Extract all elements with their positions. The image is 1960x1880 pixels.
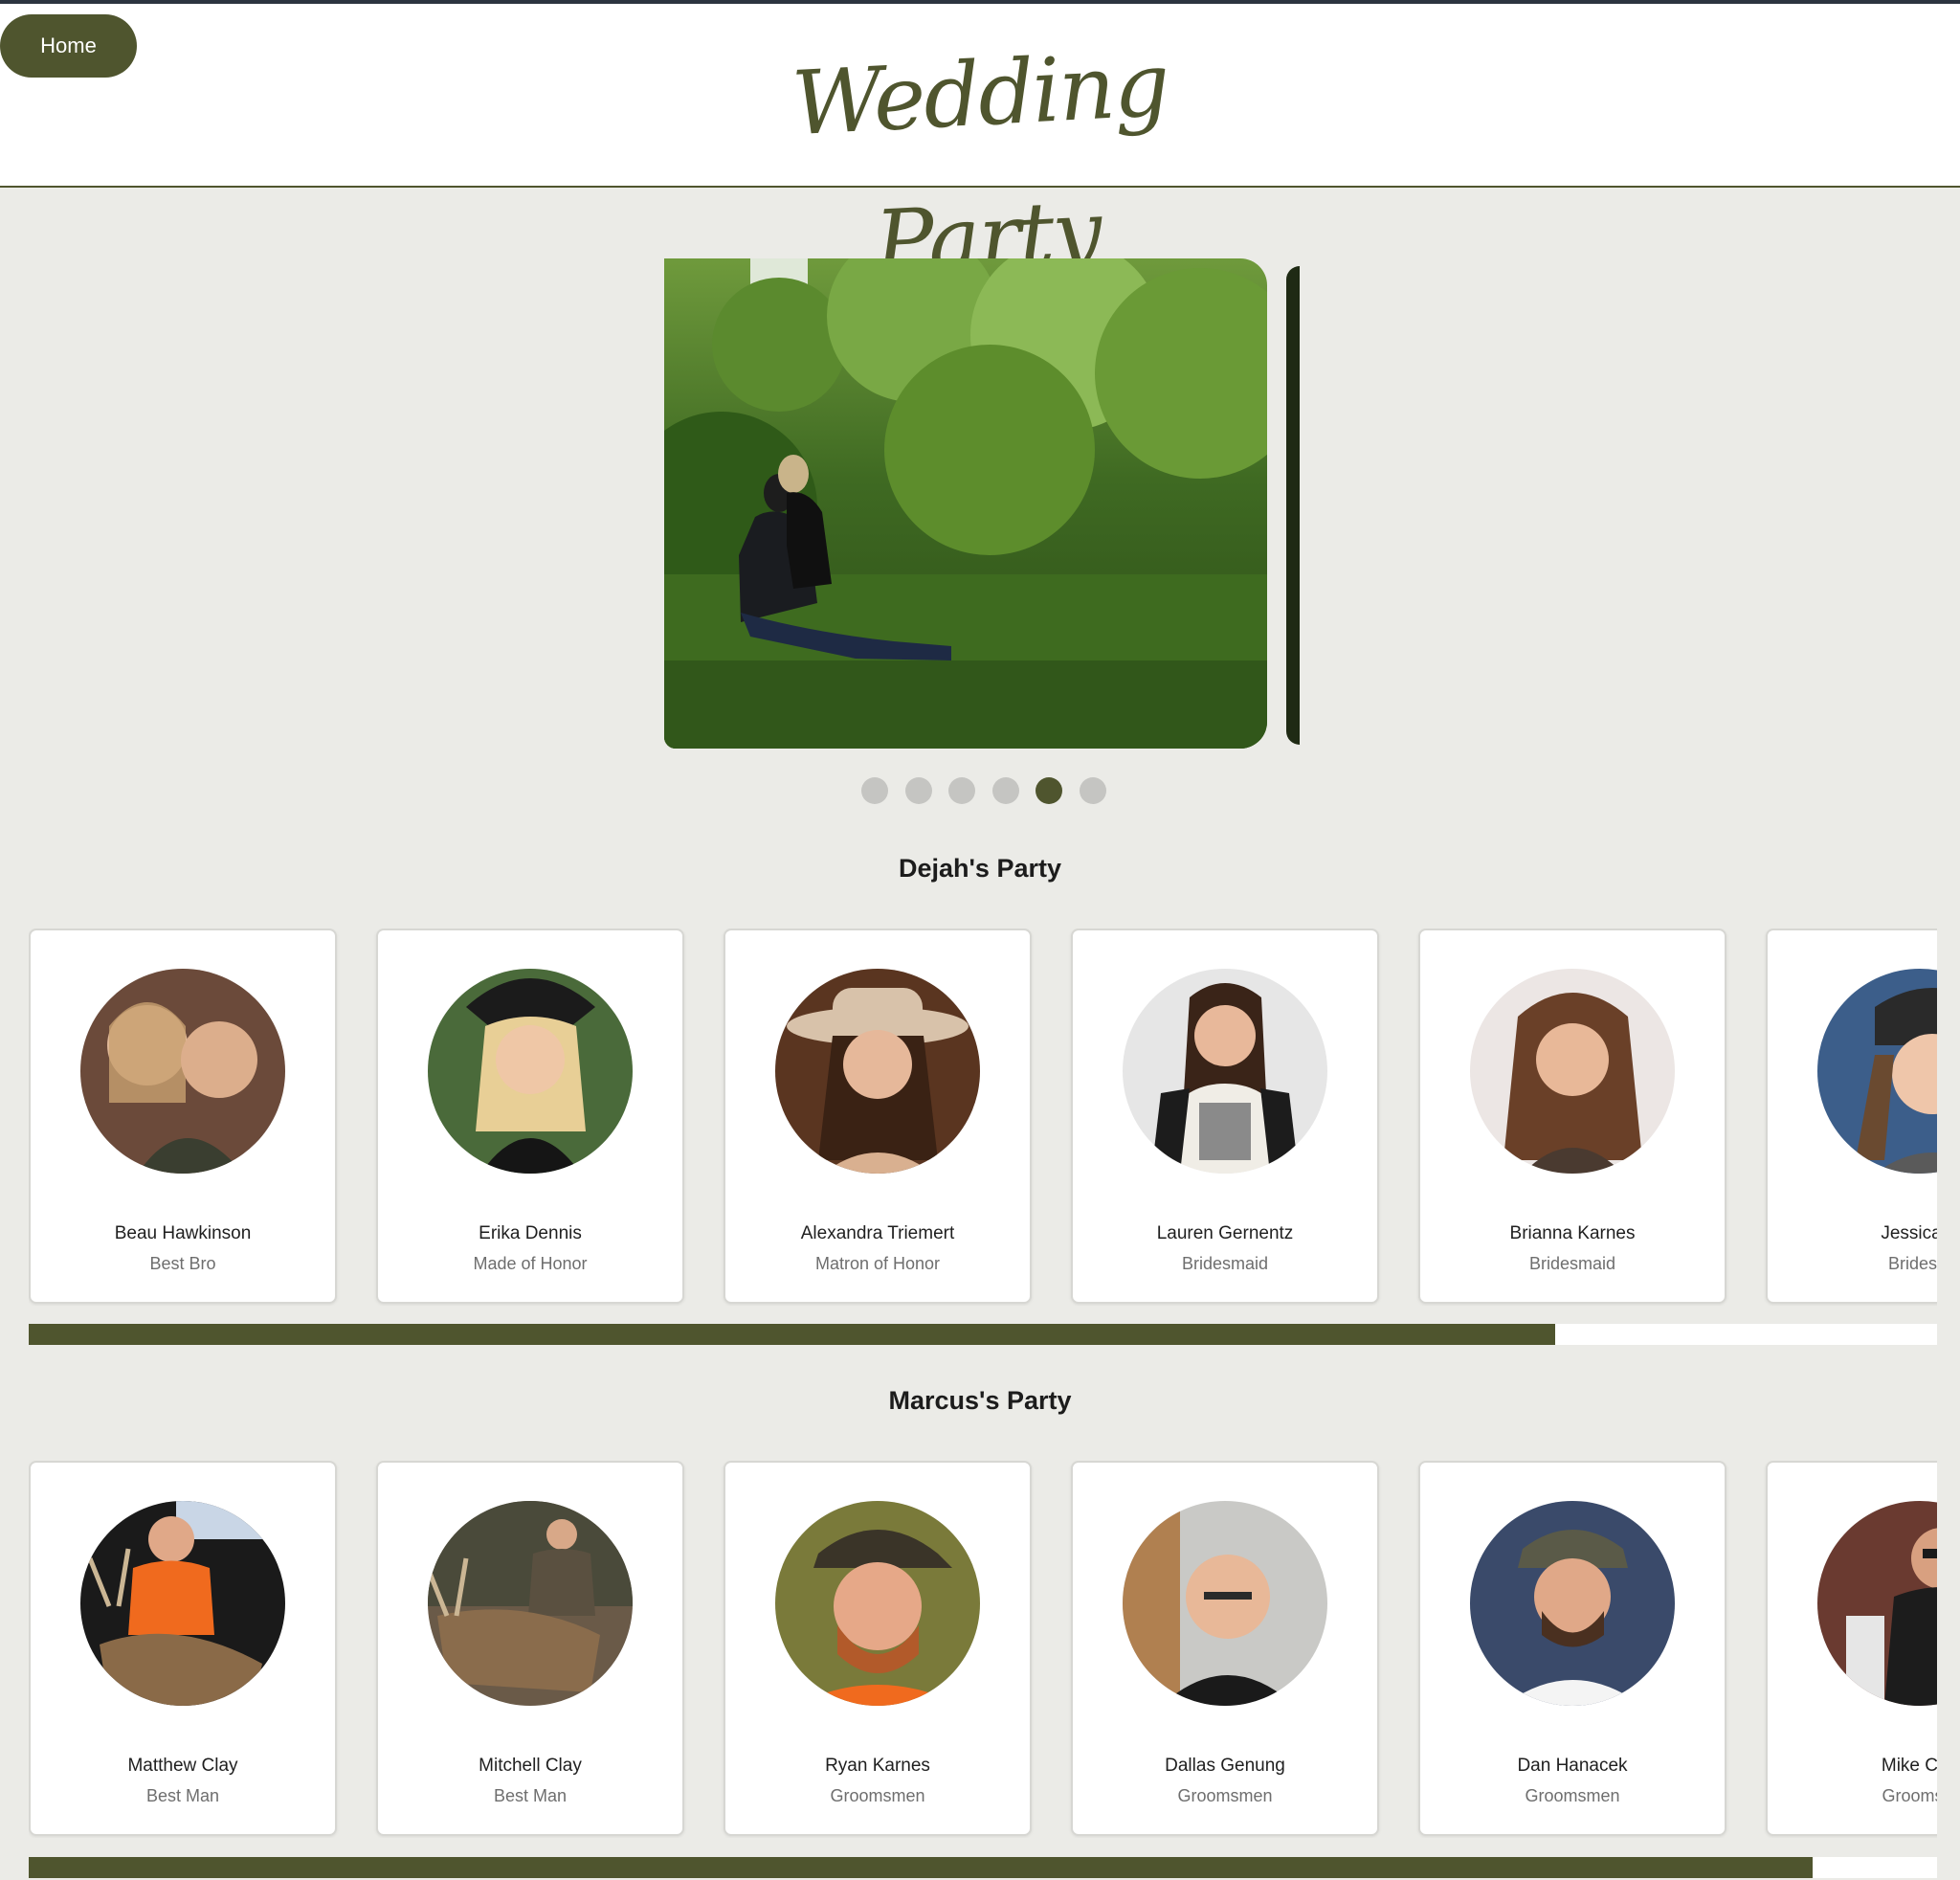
member-name: Ryan Karnes: [825, 1756, 930, 1776]
avatar: [428, 1501, 633, 1706]
member-name: Jessica B: [1881, 1223, 1937, 1243]
carousel-dot[interactable]: [1080, 777, 1106, 804]
header: Home Wedding Party: [0, 4, 1960, 295]
member-role: Made of Honor: [473, 1254, 588, 1273]
member-role: Best Man: [493, 1786, 568, 1805]
carousel-next-slide-peek[interactable]: [1286, 266, 1300, 745]
member-name: Dan Hanacek: [1517, 1756, 1628, 1776]
party-row-dejah[interactable]: Beau Hawkinson Best Bro Erika Dennis Mad…: [29, 929, 1937, 1306]
member-card[interactable]: Dan Hanacek Groomsmen: [1418, 1461, 1726, 1836]
photo-carousel[interactable]: [664, 258, 1303, 750]
party-title-marcus: Marcus's Party: [888, 1386, 1072, 1415]
member-card[interactable]: Mike Cha Groomsm: [1766, 1461, 1937, 1836]
avatar: [1123, 969, 1327, 1174]
avatar: [428, 969, 633, 1174]
member-card[interactable]: Mitchell Clay Best Man: [376, 1461, 684, 1836]
page-title: Wedding Party: [790, 33, 1170, 295]
party-title-dejah: Dejah's Party: [898, 854, 1061, 883]
carousel-dots: [861, 777, 1106, 806]
home-button[interactable]: Home: [0, 14, 137, 78]
member-name: Mike Cha: [1881, 1756, 1937, 1776]
member-role: Groomsmen: [1525, 1786, 1620, 1805]
member-role: Groomsmen: [830, 1786, 925, 1805]
avatar: [1817, 1501, 1937, 1706]
member-name: Dallas Genung: [1165, 1756, 1285, 1776]
member-name: Lauren Gernentz: [1156, 1223, 1294, 1243]
avatar: [1817, 969, 1937, 1174]
member-role: Best Bro: [149, 1254, 216, 1273]
carousel-dot[interactable]: [992, 777, 1019, 804]
member-name: Mitchell Clay: [479, 1756, 582, 1776]
member-name: Matthew Clay: [127, 1756, 238, 1776]
avatar: [80, 1501, 285, 1706]
carousel-slide-photo[interactable]: [664, 258, 1267, 749]
party-row-marcus[interactable]: Matthew Clay Best Man Mitchell Clay Best…: [29, 1461, 1937, 1838]
carousel-dot-active[interactable]: [1036, 777, 1062, 804]
avatar: [1470, 969, 1675, 1174]
carousel-dot[interactable]: [861, 777, 888, 804]
member-role: Bridesmaid: [1528, 1254, 1616, 1273]
couple-forest-photo: [664, 258, 1267, 749]
member-name: Beau Hawkinson: [114, 1223, 252, 1243]
avatar: [1123, 1501, 1327, 1706]
carousel-dot[interactable]: [948, 777, 975, 804]
member-role: Bridesmaid: [1181, 1254, 1269, 1273]
carousel-dot[interactable]: [905, 777, 932, 804]
member-name: Alexandra Triemert: [800, 1223, 955, 1243]
member-card[interactable]: Lauren Gernentz Bridesmaid: [1071, 929, 1379, 1304]
member-name: Brianna Karnes: [1509, 1223, 1636, 1243]
member-name: Erika Dennis: [479, 1223, 582, 1243]
party-scrollbar-dejah[interactable]: [29, 1324, 1937, 1345]
member-card[interactable]: Dallas Genung Groomsmen: [1071, 1461, 1379, 1836]
scrollbar-thumb[interactable]: [29, 1324, 1556, 1345]
member-role: Groomsm: [1882, 1786, 1937, 1805]
member-card[interactable]: Ryan Karnes Groomsmen: [724, 1461, 1032, 1836]
member-role: Matron of Honor: [814, 1254, 941, 1273]
member-card[interactable]: Alexandra Triemert Matron of Honor: [724, 929, 1032, 1304]
avatar: [775, 1501, 980, 1706]
avatar: [775, 969, 980, 1174]
avatar: [1470, 1501, 1675, 1706]
member-role: Bridesm: [1887, 1254, 1937, 1273]
member-role: Groomsmen: [1177, 1786, 1273, 1805]
party-scrollbar-marcus[interactable]: [29, 1857, 1937, 1878]
member-card[interactable]: Erika Dennis Made of Honor: [376, 929, 684, 1304]
member-card[interactable]: Beau Hawkinson Best Bro: [29, 929, 337, 1304]
member-role: Best Man: [145, 1786, 220, 1805]
member-card[interactable]: Matthew Clay Best Man: [29, 1461, 337, 1836]
member-card[interactable]: Jessica B Bridesm: [1766, 929, 1937, 1304]
scrollbar-thumb[interactable]: [29, 1857, 1814, 1878]
member-card[interactable]: Brianna Karnes Bridesmaid: [1418, 929, 1726, 1304]
avatar: [80, 969, 285, 1174]
